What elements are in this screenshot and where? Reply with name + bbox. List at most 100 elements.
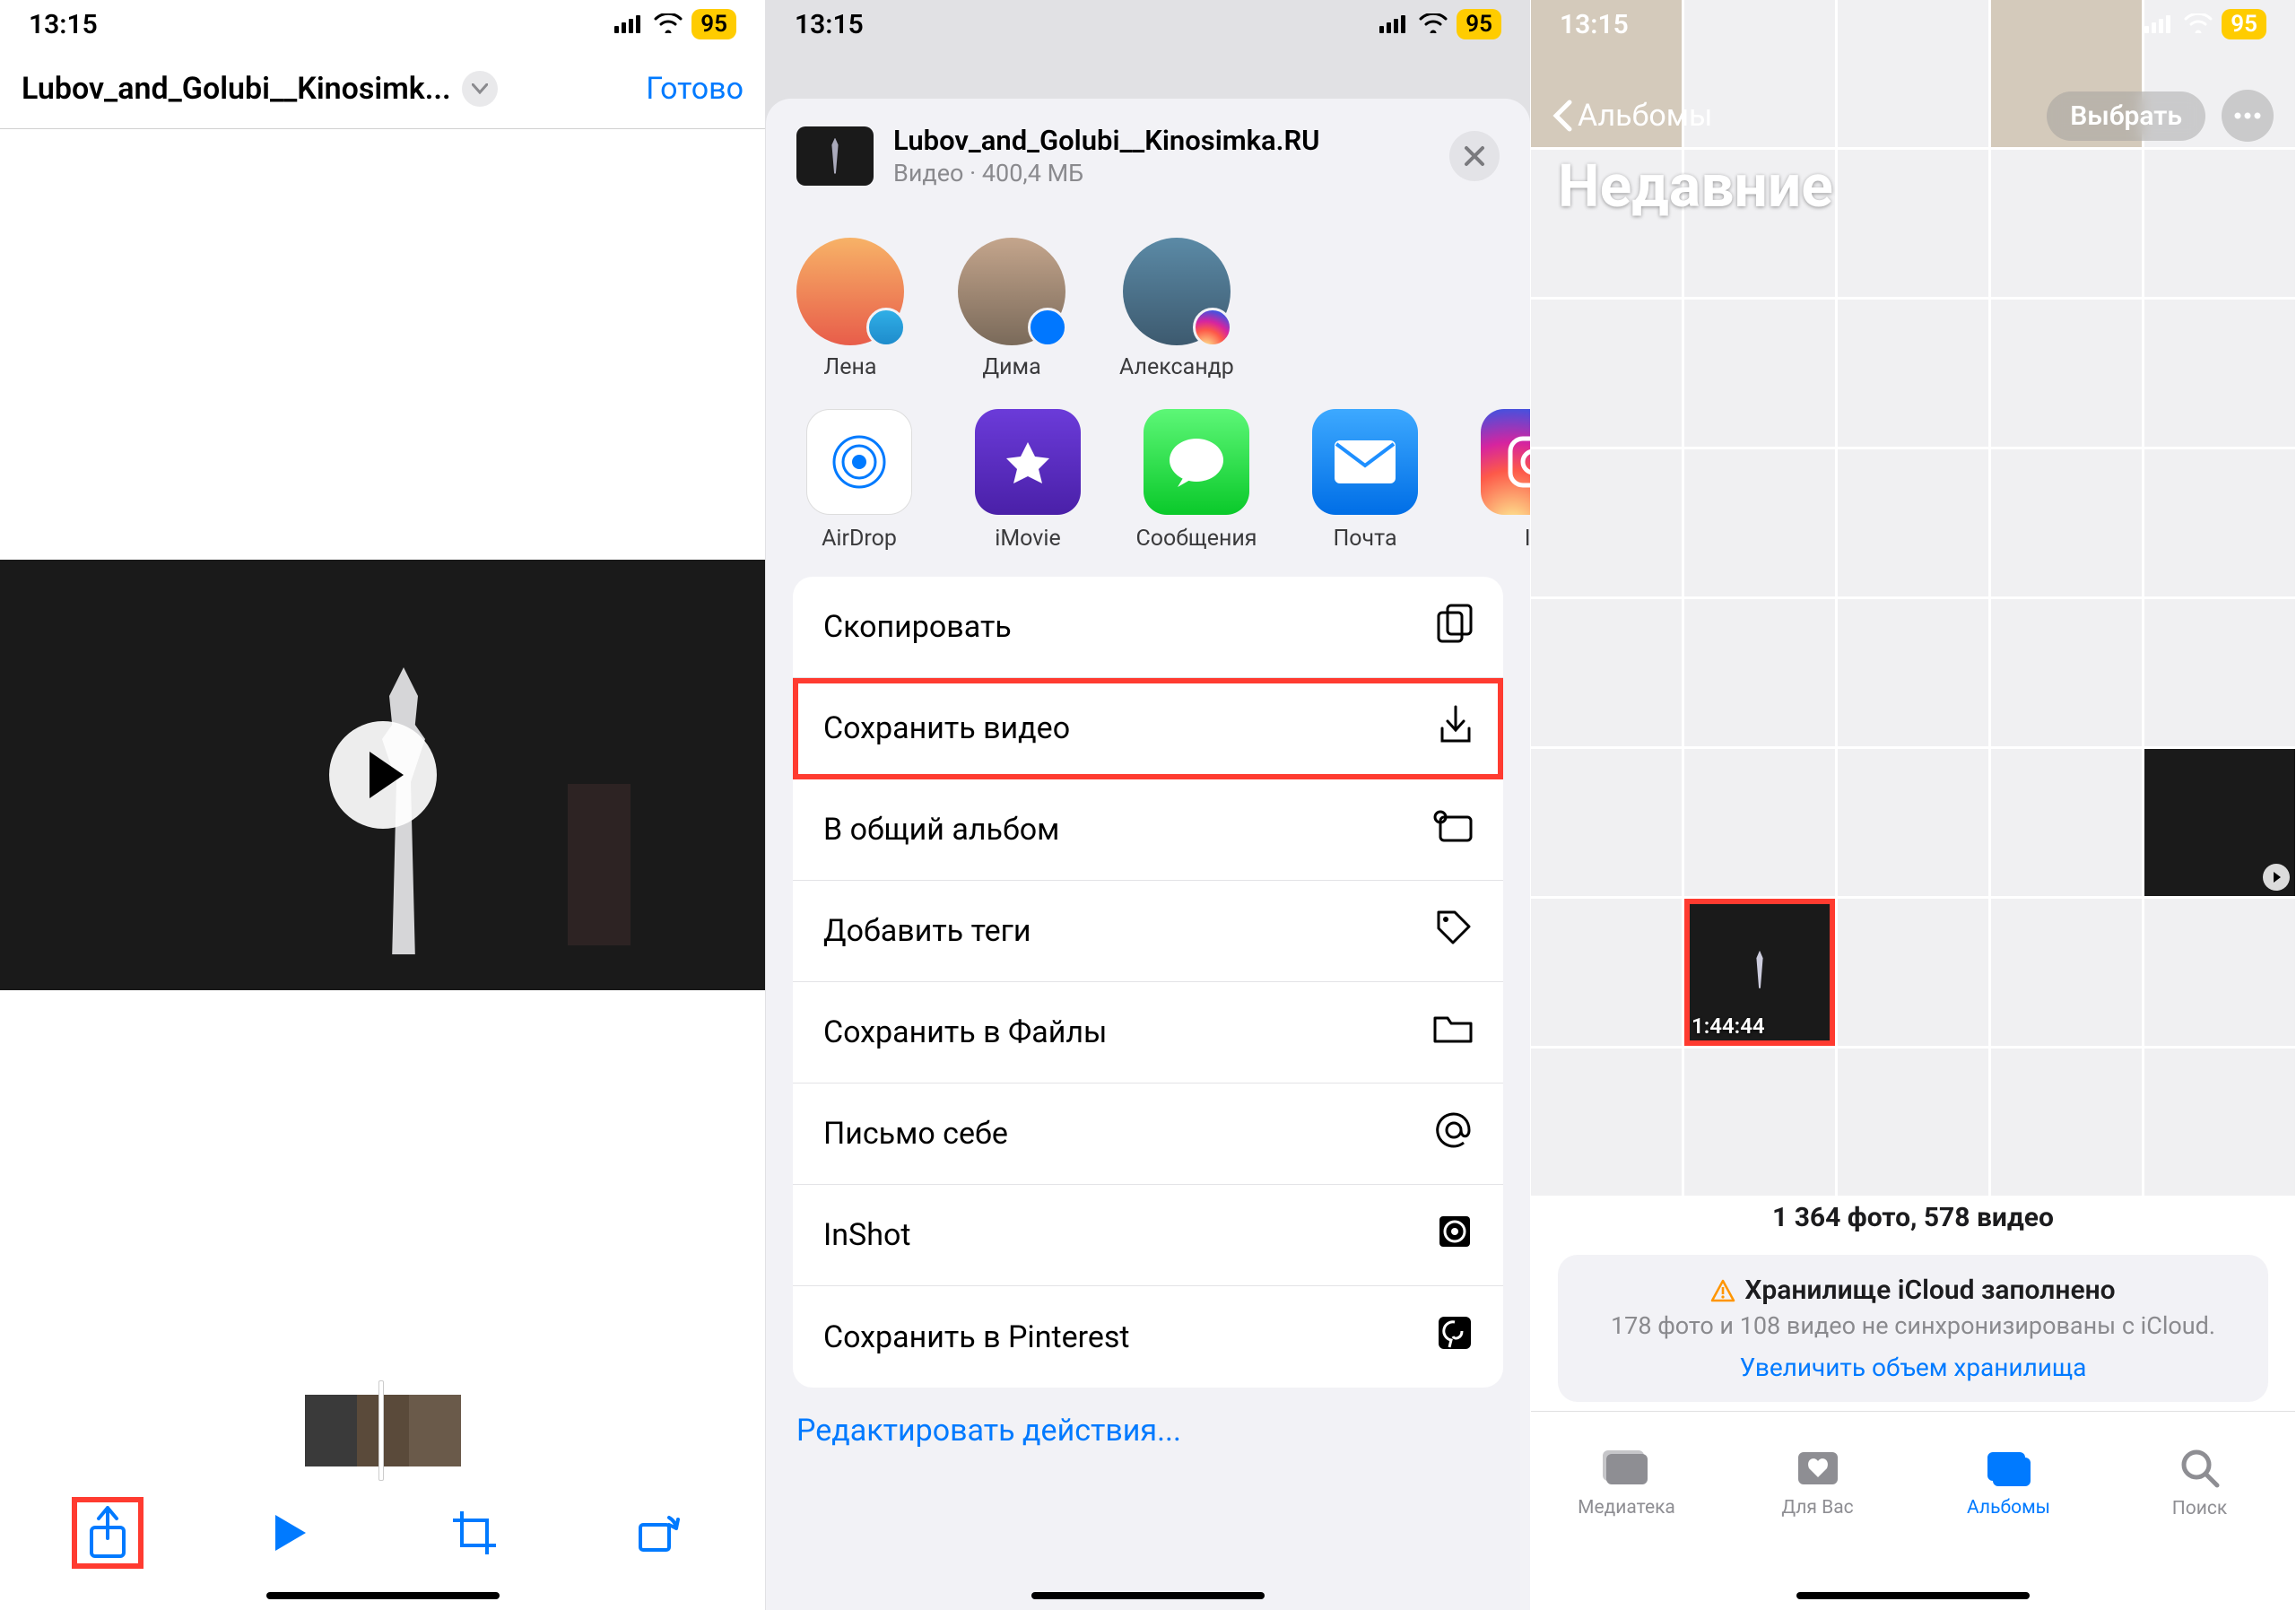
file-title: Lubov_and_Golubi__Kinosimk... — [22, 71, 451, 107]
photo-thumbnail[interactable] — [1991, 150, 2142, 297]
share-apps-row: AirDrop iMovie Сообщения Почта In — [766, 409, 1530, 577]
photo-thumbnail[interactable] — [1531, 749, 1682, 896]
home-indicator[interactable] — [1796, 1592, 2030, 1599]
sheet-thumbnail — [796, 126, 874, 186]
timeline-frame[interactable] — [305, 1395, 357, 1466]
photo-thumbnail[interactable] — [1684, 1049, 1835, 1196]
tab-Медиатека[interactable]: Медиатека — [1531, 1412, 1722, 1554]
photo-thumbnail[interactable] — [1991, 599, 2142, 746]
sheet-subtitle: Видео · 400,4 МБ — [893, 159, 1430, 187]
photo-thumbnail[interactable] — [1991, 300, 2142, 447]
done-button[interactable]: Готово — [646, 71, 744, 107]
back-button[interactable]: Альбомы — [1552, 98, 1712, 134]
photo-thumbnail[interactable] — [2144, 599, 2295, 746]
share-action[interactable]: Письмо себе — [793, 1083, 1503, 1185]
kremlin-tower — [568, 784, 631, 945]
share-action[interactable]: Добавить теги — [793, 881, 1503, 982]
timeline-frame[interactable] — [409, 1395, 461, 1466]
photo-thumbnail[interactable] — [2144, 150, 2295, 297]
photo-thumbnail[interactable] — [1531, 899, 1682, 1046]
share-action[interactable]: Сохранить видео — [793, 678, 1503, 779]
home-indicator[interactable] — [266, 1592, 500, 1599]
avatar — [1123, 238, 1231, 345]
copy-icon — [1437, 604, 1473, 651]
status-time: 13:15 — [795, 9, 864, 40]
photo-thumbnail[interactable] — [1684, 449, 1835, 596]
photo-thumbnail[interactable] — [1838, 899, 1988, 1046]
photo-thumbnail[interactable] — [1684, 300, 1835, 447]
status-indicators: 95 — [2144, 9, 2266, 40]
playhead[interactable] — [378, 1380, 384, 1481]
signal-icon — [2144, 9, 2175, 40]
tab-Поиск[interactable]: Поиск — [2104, 1412, 2295, 1554]
app-badge-icon — [1028, 308, 1067, 347]
share-contact[interactable]: Александр — [1119, 238, 1234, 380]
crop-button[interactable] — [439, 1497, 510, 1569]
app-name: AirDrop — [822, 526, 897, 552]
photo-thumbnail[interactable] — [1838, 150, 1988, 297]
edit-actions-link[interactable]: Редактировать действия... — [766, 1388, 1530, 1474]
share-contact[interactable]: Лена — [796, 238, 904, 380]
battery-pill: 95 — [2222, 9, 2266, 39]
photo-thumbnail[interactable] — [1531, 1049, 1682, 1196]
tab-Для Вас[interactable]: Для Вас — [1722, 1412, 1913, 1554]
photo-thumbnail[interactable] — [1838, 749, 1988, 896]
photo-thumbnail-video[interactable]: 1:44:44 — [1684, 899, 1835, 1046]
photo-thumbnail[interactable] — [1531, 449, 1682, 596]
photo-thumbnail[interactable] — [1991, 899, 2142, 1046]
chevron-down-icon[interactable] — [462, 71, 498, 107]
share-app[interactable]: iMovie — [965, 409, 1091, 552]
action-label: Добавить теги — [823, 913, 1031, 949]
file-title-group[interactable]: Lubov_and_Golubi__Kinosimk... — [22, 71, 498, 107]
photo-thumbnail[interactable] — [1531, 599, 1682, 746]
photo-thumbnail[interactable] — [1838, 599, 1988, 746]
rotate-button[interactable] — [622, 1497, 693, 1569]
photo-thumbnail[interactable] — [2144, 1049, 2295, 1196]
screen-share-sheet: 13:15 95 Lubov_and_Golubi__Kinosimka.RU … — [765, 0, 1530, 1610]
app-icon — [1144, 409, 1249, 515]
photo-thumbnail[interactable] — [2144, 899, 2295, 1046]
photo-thumbnail[interactable] — [1991, 749, 2142, 896]
video-frame[interactable] — [0, 560, 765, 990]
more-menu-button[interactable] — [2222, 90, 2274, 142]
status-bar: 13:15 95 — [1531, 0, 2295, 48]
photo-thumbnail[interactable] — [1838, 449, 1988, 596]
select-button[interactable]: Выбрать — [2047, 91, 2205, 141]
tab-Альбомы[interactable]: Альбомы — [1913, 1412, 2104, 1554]
editor-timeline[interactable] — [0, 1386, 765, 1475]
share-contact[interactable]: Дима — [958, 238, 1065, 380]
app-name: Почта — [1333, 526, 1396, 552]
photo-thumbnail[interactable] — [2144, 449, 2295, 596]
search-icon — [2179, 1448, 2221, 1493]
share-action[interactable]: В общий альбом — [793, 779, 1503, 881]
photo-thumbnail[interactable] — [1684, 599, 1835, 746]
photo-thumbnail[interactable] — [1838, 1049, 1988, 1196]
share-action[interactable]: InShot — [793, 1185, 1503, 1286]
share-app[interactable]: AirDrop — [796, 409, 922, 552]
alert-title-row: Хранилище iCloud заполнено — [1583, 1275, 2243, 1306]
share-action[interactable]: Сохранить в Pinterest — [793, 1286, 1503, 1388]
video-canvas[interactable] — [0, 129, 765, 1610]
photo-thumbnail[interactable] — [1991, 449, 2142, 596]
photo-thumbnail[interactable] — [2144, 749, 2295, 896]
photo-thumbnail[interactable] — [1991, 1049, 2142, 1196]
app-icon — [975, 409, 1081, 515]
share-action[interactable]: Сохранить в Файлы — [793, 982, 1503, 1083]
close-button[interactable] — [1449, 131, 1500, 181]
photo-thumbnail[interactable] — [2144, 300, 2295, 447]
share-app[interactable]: In — [1471, 409, 1530, 552]
action-label: Сохранить в Pinterest — [823, 1319, 1130, 1355]
share-app[interactable]: Сообщения — [1134, 409, 1259, 552]
photo-thumbnail[interactable] — [1838, 300, 1988, 447]
alert-link[interactable]: Увеличить объем хранилища — [1583, 1353, 2243, 1382]
photo-thumbnail[interactable] — [1684, 749, 1835, 896]
share-action[interactable]: Скопировать — [793, 577, 1503, 678]
home-indicator[interactable] — [1031, 1592, 1265, 1599]
action-label: Скопировать — [823, 609, 1012, 645]
play-toolbar-button[interactable] — [255, 1497, 326, 1569]
play-button[interactable] — [329, 721, 437, 829]
share-button[interactable] — [72, 1497, 144, 1569]
photo-thumbnail[interactable] — [1531, 300, 1682, 447]
share-app[interactable]: Почта — [1302, 409, 1428, 552]
action-label: InShot — [823, 1217, 910, 1253]
